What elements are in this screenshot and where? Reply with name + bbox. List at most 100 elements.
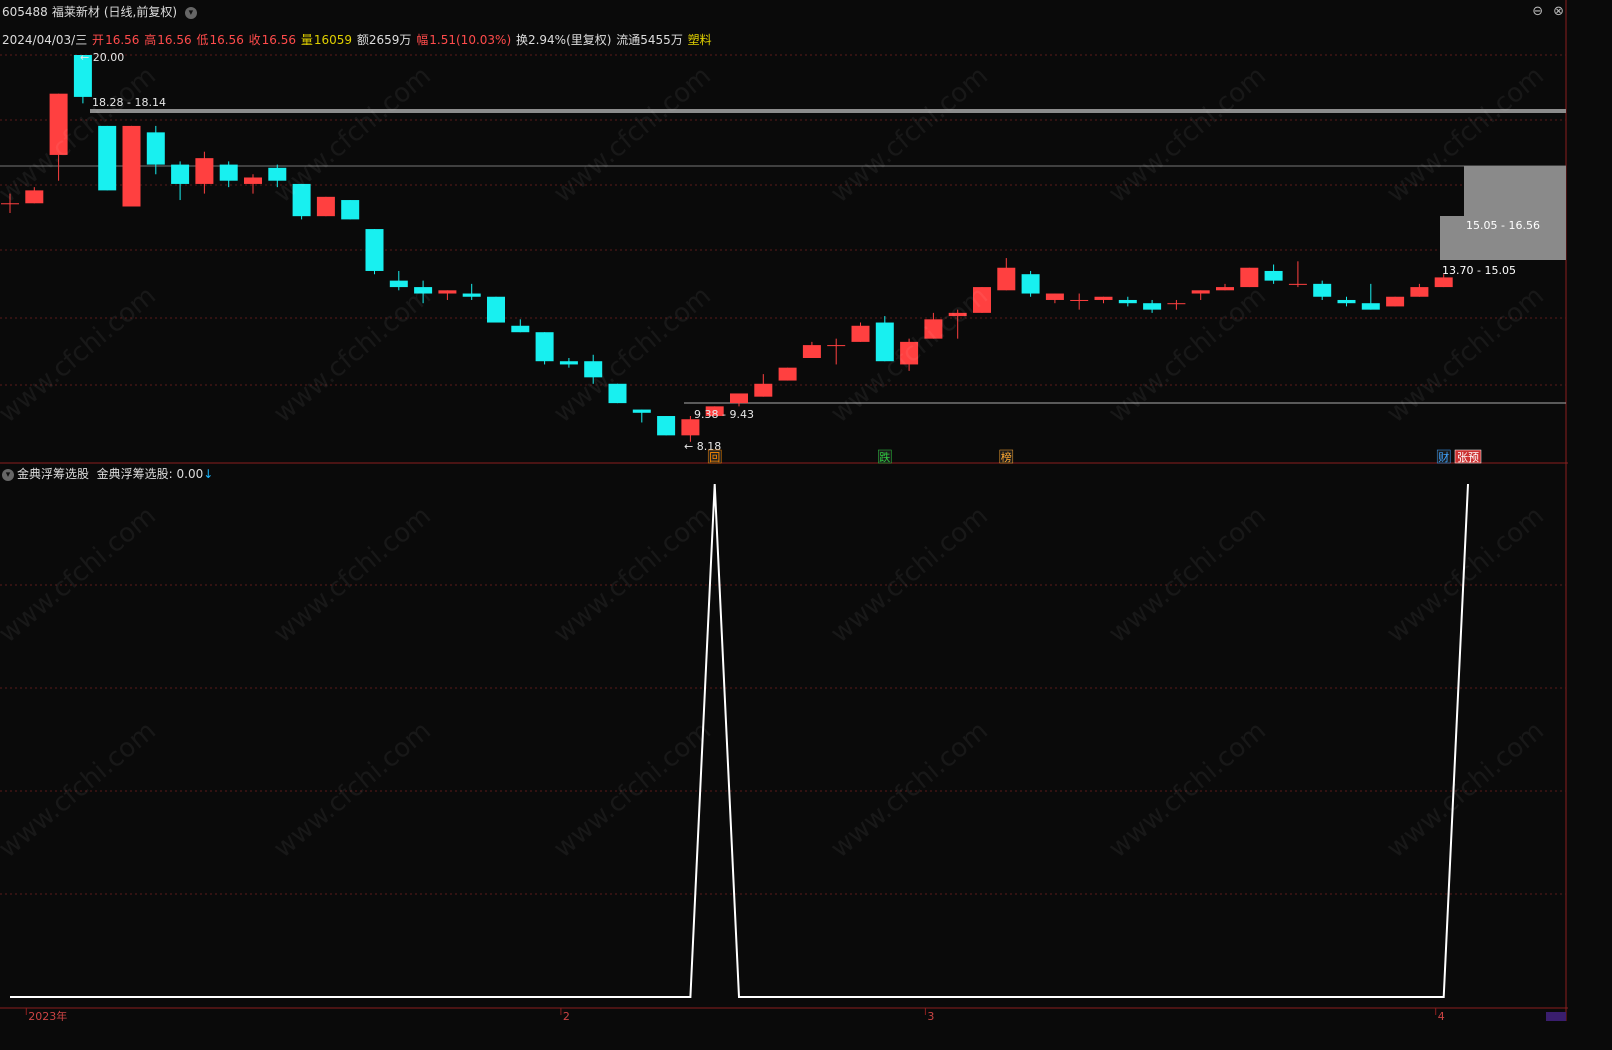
info-vol: 16059 [313, 33, 353, 47]
info-open: 16.56 [105, 33, 140, 47]
candle-body [1191, 290, 1210, 294]
candle-body [1410, 287, 1429, 297]
arrow-down-icon: ↓ [203, 467, 214, 481]
candle-body [316, 196, 335, 217]
candle-body [365, 229, 384, 271]
indicator-line [10, 483, 1469, 998]
candle-body [754, 383, 773, 397]
candle-body [146, 132, 165, 165]
info-vol-label: 量 [300, 33, 313, 47]
candle-body [487, 296, 505, 323]
candle-body [535, 332, 554, 362]
candle-body [195, 158, 214, 184]
candle-body [1216, 287, 1234, 291]
candle-body [1386, 296, 1405, 307]
info-amount: 额2659万 [356, 33, 412, 47]
candle-body [584, 361, 603, 378]
candle-body [827, 345, 846, 347]
candle-body [1167, 303, 1186, 305]
candle-body [778, 367, 797, 381]
candle-body [802, 345, 821, 358]
candle-body [1045, 293, 1064, 300]
event-marker-label: 榜 [1001, 450, 1012, 464]
event-marker-label: 跌 [879, 450, 890, 464]
candle-body [608, 383, 627, 404]
chevron-down-icon[interactable]: ▾ [2, 468, 14, 481]
candle-body [1337, 299, 1356, 304]
annotation-zone-low: 9.38 - 9.43 [694, 408, 754, 421]
stock-name: 福莱新材 [51, 5, 100, 19]
candle-body [657, 416, 676, 436]
info-change: 1.51(10.03%) [429, 33, 512, 47]
candle-body [1313, 283, 1332, 297]
candle-body [25, 190, 44, 204]
candle-body [244, 177, 262, 184]
candle-body [900, 341, 919, 365]
candle-body [511, 325, 530, 333]
info-date: 2024/04/03/三 [2, 33, 88, 47]
candle-body [1240, 267, 1259, 288]
info-change-label: 幅 [416, 33, 429, 47]
info-low-label: 低 [196, 33, 209, 47]
event-marker-label: 张预 [1457, 451, 1479, 464]
info-float: 流通5455万 [616, 33, 683, 47]
close-icon[interactable]: ⊗ [1553, 4, 1564, 19]
candle-body [1143, 303, 1162, 310]
info-sector[interactable]: 塑料 [688, 33, 712, 47]
candle-body [1434, 277, 1453, 288]
info-high: 16.56 [157, 33, 192, 47]
info-close-label: 收 [248, 33, 261, 47]
x-tick-label: 3 [927, 1010, 934, 1021]
period-label: (日线,前复权) [103, 5, 178, 19]
right-zone-upper [1464, 166, 1566, 216]
candle-body [924, 319, 943, 339]
candle-body [997, 267, 1016, 291]
candle-body [875, 322, 894, 362]
x-tick-label: 2023年 [28, 1009, 67, 1021]
candle-body [292, 183, 311, 217]
minimize-icon[interactable]: ⊖ [1532, 4, 1543, 19]
indicator-name[interactable]: 金典浮筹选股 [17, 467, 89, 481]
candle-body [268, 167, 287, 181]
kline-chart[interactable]: ← 20.0018.28 - 18.149.38 - 9.43← 8.1815.… [0, 0, 1568, 1021]
event-marker-label: 财 [1438, 450, 1449, 464]
annotation-zone-right1: 15.05 - 16.56 [1466, 219, 1540, 232]
candle-body [122, 125, 141, 207]
event-marker-label: 回 [709, 451, 720, 464]
window-controls: ⊖ ⊗ [1522, 4, 1564, 19]
stock-code: 605488 [2, 5, 48, 19]
candle-body [1288, 283, 1307, 285]
candle-body [462, 293, 481, 297]
chevron-down-icon[interactable]: ▾ [184, 6, 197, 19]
info-high-label: 高 [144, 33, 157, 47]
candle-body [1070, 299, 1089, 301]
candle-body [171, 164, 190, 184]
candle-body [98, 125, 117, 191]
info-close: 16.56 [261, 33, 297, 47]
candle-body [49, 93, 68, 155]
scroll-thumb [1546, 1012, 1566, 1021]
candle-body [730, 393, 748, 404]
resistance-zone-top [90, 109, 1566, 113]
info-open-label: 开 [92, 33, 105, 47]
candle-body [414, 287, 433, 294]
candle-body [341, 200, 360, 220]
candle-body [681, 419, 700, 436]
indicator-value: 金典浮筹选股: 0.00 [96, 467, 204, 481]
candle-body [851, 325, 870, 342]
candle-body [632, 409, 651, 413]
candle-body [1021, 274, 1040, 294]
candle-body [559, 361, 578, 365]
annotation-zone-top: 18.28 - 18.14 [92, 96, 166, 109]
candle-body [1118, 299, 1137, 304]
candle-body [389, 280, 408, 288]
candle-body [438, 290, 457, 294]
annotation-high: ← 20.00 [80, 51, 124, 64]
candle-body [1094, 296, 1113, 300]
quote-info-bar: 2024/04/03/三 开16.56 高16.56 低16.56 收16.56… [2, 31, 713, 48]
candle-body [1, 203, 19, 205]
candle-body [973, 287, 991, 313]
info-turnover: 换2.94%(里复权) [515, 33, 612, 47]
chart-title-bar: 605488 福莱新材 (日线,前复权) ▾ [2, 3, 197, 21]
candle-body [1264, 270, 1283, 281]
